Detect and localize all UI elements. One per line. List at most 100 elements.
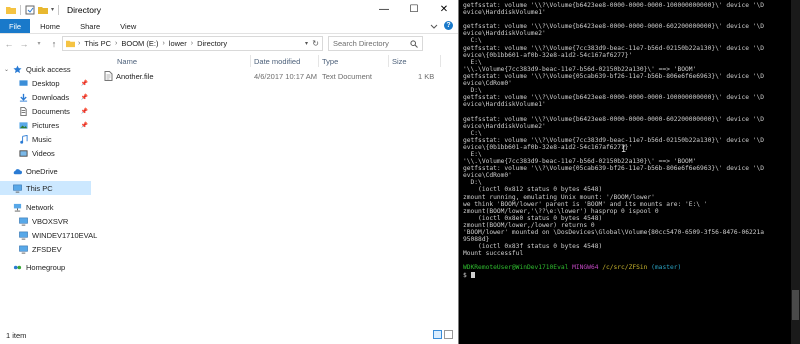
terminal-cursor bbox=[470, 271, 475, 278]
column-divider[interactable] bbox=[250, 55, 251, 67]
music-icon bbox=[20, 134, 28, 144]
new-folder-icon[interactable] bbox=[38, 5, 48, 15]
column-header-type[interactable]: Type bbox=[322, 55, 338, 67]
terminal-line: getfsstat: volume '\\?\Volume{b6423ee8-0… bbox=[463, 115, 765, 123]
terminal-input-line[interactable]: $ bbox=[463, 271, 787, 279]
sidebar-item-windev1710eval[interactable]: WINDEV1710EVAL bbox=[0, 228, 97, 242]
recent-locations-icon[interactable]: ▾ bbox=[33, 38, 45, 50]
breadcrumb-boom-drive[interactable]: BOOM (E:) bbox=[121, 39, 158, 48]
terminal-line: (ioctl 0x8e0 status 0 bytes 4548) bbox=[463, 214, 603, 222]
column-header-size[interactable]: Size bbox=[392, 55, 407, 67]
breadcrumb-lower[interactable]: lower bbox=[169, 39, 187, 48]
sidebar-item-documents[interactable]: Documents 📌 bbox=[0, 104, 91, 118]
minimize-button[interactable]: — bbox=[369, 0, 399, 19]
sidebar-item-label: OneDrive bbox=[26, 166, 58, 176]
terminal-line: getfsstat: volume '\\?\Volume{b6423ee8-0… bbox=[463, 94, 765, 102]
properties-icon[interactable] bbox=[25, 5, 35, 15]
sidebar-item-network[interactable]: Network bbox=[0, 200, 91, 214]
sidebar-item-quick-access[interactable]: ⌄ Quick access bbox=[0, 62, 91, 76]
terminal-line: evice\CdRom0' bbox=[463, 80, 512, 88]
close-button[interactable]: ✕ bbox=[429, 0, 458, 19]
terminal-line: D:\ bbox=[463, 179, 482, 187]
terminal-output: getfsstat: volume '\\?\Volume{b6423ee8-0… bbox=[463, 2, 787, 279]
back-button[interactable]: ← bbox=[3, 38, 15, 50]
scrollbar-thumb[interactable] bbox=[792, 290, 799, 320]
sidebar-item-label: This PC bbox=[26, 183, 53, 193]
sidebar-item-videos[interactable]: Videos bbox=[0, 146, 91, 160]
table-row[interactable]: Another.file 4/6/2017 10:17 AM Text Docu… bbox=[100, 69, 440, 83]
maximize-button[interactable]: ☐ bbox=[399, 0, 429, 19]
terminal-line: '\\.\Volume{7cc383d9-beac-11e7-b56d-0215… bbox=[463, 158, 697, 166]
terminal-line: (ioctl 0x812 status 0 bytes 4548) bbox=[463, 186, 603, 194]
forward-button[interactable]: → bbox=[18, 38, 30, 50]
address-bar-row: ← → ▾ ↑ › This PC › BOOM (E:) › lower › … bbox=[0, 34, 458, 53]
terminal-prompt: WDKRemoteUser@WinDev1710Eval MINGW64 /c/… bbox=[463, 264, 787, 271]
file-size: 1 KB bbox=[418, 71, 435, 81]
expand-ribbon-icon[interactable] bbox=[430, 22, 438, 30]
address-bar[interactable]: › This PC › BOOM (E:) › lower › Director… bbox=[62, 36, 323, 51]
column-divider[interactable] bbox=[440, 55, 441, 67]
documents-icon bbox=[20, 106, 27, 116]
large-icons-view-button[interactable] bbox=[444, 330, 453, 339]
column-divider[interactable] bbox=[388, 55, 389, 67]
column-header-name[interactable]: Name bbox=[117, 55, 137, 67]
sidebar-item-label: Music bbox=[32, 134, 52, 144]
sidebar-item-this-pc[interactable]: This PC bbox=[0, 181, 91, 195]
network-computer-icon bbox=[19, 231, 28, 240]
sidebar-item-music[interactable]: Music bbox=[0, 132, 91, 146]
pin-icon: 📌 bbox=[80, 80, 88, 87]
up-button[interactable]: ↑ bbox=[48, 38, 60, 50]
breadcrumb-this-pc[interactable]: This PC bbox=[84, 39, 111, 48]
quick-access-toolbar-dropdown-icon[interactable]: ▾ bbox=[51, 6, 54, 13]
chevron-right-icon: › bbox=[162, 40, 165, 47]
terminal-line: zmount running, emulating Unix mount: '/… bbox=[463, 193, 655, 201]
sidebar-item-downloads[interactable]: Downloads 📌 bbox=[0, 90, 91, 104]
search-input[interactable]: Search Directory bbox=[328, 36, 423, 51]
tab-share[interactable]: Share bbox=[70, 19, 110, 33]
item-count: 1 item bbox=[6, 330, 27, 340]
pictures-icon bbox=[19, 121, 28, 129]
terminal-line: getfsstat: volume '\\?\Volume{7cc383d9-b… bbox=[463, 136, 765, 144]
window-controls: — ☐ ✕ bbox=[369, 0, 458, 19]
details-view-button[interactable] bbox=[433, 330, 442, 339]
prompt-symbol: $ bbox=[463, 271, 471, 279]
column-divider[interactable] bbox=[318, 55, 319, 67]
terminal-scrollbar[interactable] bbox=[791, 0, 800, 344]
tab-home[interactable]: Home bbox=[30, 19, 70, 33]
chevron-right-icon: › bbox=[190, 40, 194, 47]
terminal-line: evice\HarddiskVolume1' bbox=[463, 9, 546, 17]
sidebar-item-pictures[interactable]: Pictures 📌 bbox=[0, 118, 91, 132]
sidebar-item-homegroup[interactable]: Homegroup bbox=[0, 260, 91, 274]
column-header-date-modified[interactable]: Date modified bbox=[254, 55, 300, 67]
refresh-icon[interactable]: ↻ bbox=[312, 39, 319, 48]
file-type: Text Document bbox=[322, 71, 373, 81]
sidebar-item-label: Network bbox=[26, 202, 54, 212]
help-icon[interactable]: ? bbox=[444, 21, 453, 30]
sidebar-item-vboxsvr[interactable]: VBOXSVR bbox=[0, 214, 91, 228]
pin-icon: 📌 bbox=[80, 94, 88, 101]
sidebar-item-onedrive[interactable]: OneDrive bbox=[0, 164, 91, 178]
sidebar-item-zfsdev[interactable]: ZFSDEV bbox=[0, 242, 91, 256]
terminal-window[interactable]: getfsstat: volume '\\?\Volume{b6423ee8-0… bbox=[460, 0, 800, 344]
terminal-line: 95088d} bbox=[463, 236, 490, 244]
pin-icon: 📌 bbox=[80, 108, 88, 115]
sidebar-item-desktop[interactable]: Desktop 📌 bbox=[0, 76, 91, 90]
tab-view[interactable]: View bbox=[110, 19, 146, 33]
sidebar-item-label: Homegroup bbox=[26, 262, 66, 272]
address-dropdown-icon[interactable]: ▾ bbox=[305, 40, 308, 47]
chevron-down-icon[interactable]: ⌄ bbox=[4, 66, 10, 73]
window-title: Directory bbox=[67, 4, 102, 15]
sidebar-item-label: VBOXSVR bbox=[32, 216, 69, 226]
terminal-line: C:\ bbox=[463, 129, 482, 137]
tab-file[interactable]: File bbox=[0, 19, 31, 33]
terminal-line: zmount(BOOM/lower,/lower) returns 0 bbox=[463, 221, 595, 229]
terminal-line: we think 'BOOM/lower' parent is 'BOOM' a… bbox=[463, 200, 708, 208]
terminal-line: evice\HarddiskVolume2' bbox=[463, 30, 546, 38]
view-toggle bbox=[433, 330, 453, 339]
star-icon bbox=[13, 64, 22, 73]
network-icon bbox=[13, 203, 22, 212]
chevron-right-icon: › bbox=[115, 40, 118, 47]
breadcrumb-directory[interactable]: Directory bbox=[197, 39, 227, 48]
